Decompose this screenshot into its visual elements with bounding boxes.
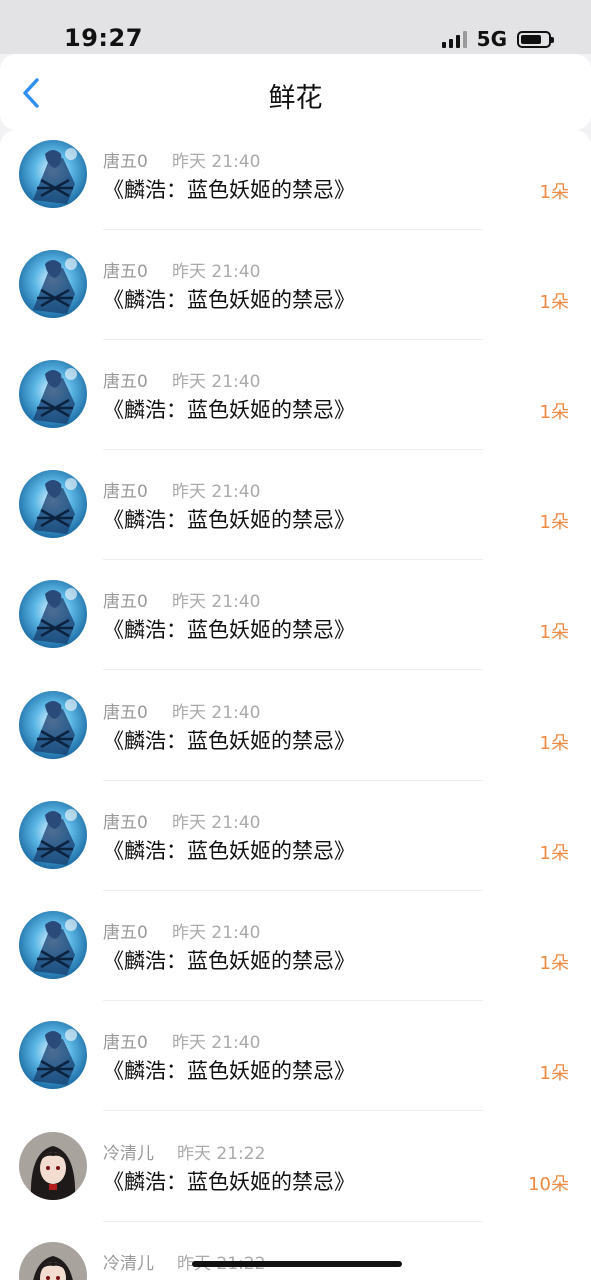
book-title[interactable]: 《麟浩：蓝色妖姬的禁忌》 — [103, 1055, 355, 1085]
timestamp: 昨天 21:22 — [177, 1144, 266, 1164]
username[interactable]: 冷清儿 — [103, 1249, 154, 1274]
username[interactable]: 冷清儿 — [103, 1139, 154, 1164]
username[interactable]: 唐五0 — [103, 1028, 148, 1053]
divider — [103, 669, 483, 670]
timestamp: 昨天 21:40 — [172, 703, 261, 723]
network-type: 5G — [476, 27, 507, 51]
avatar[interactable] — [19, 1242, 87, 1280]
divider — [103, 229, 483, 230]
list-item[interactable]: 唐五0 昨天 21:40 《麟浩：蓝色妖姬的禁忌》 1朵 — [0, 130, 591, 240]
timestamp: 昨天 21:40 — [172, 152, 261, 172]
divider — [103, 1110, 483, 1111]
username[interactable]: 唐五0 — [103, 808, 148, 833]
divider — [103, 339, 483, 340]
book-title[interactable]: 《麟浩：蓝色妖姬的禁忌》 — [103, 284, 355, 314]
flower-count: 1朵 — [539, 402, 569, 423]
flower-count: 1朵 — [539, 512, 569, 533]
book-title[interactable]: 《麟浩：蓝色妖姬的禁忌》 — [103, 174, 355, 204]
username[interactable]: 唐五0 — [103, 698, 148, 723]
avatar[interactable] — [19, 911, 87, 979]
book-title[interactable]: 《麟浩：蓝色妖姬的禁忌》 — [103, 835, 355, 865]
book-title[interactable]: 《麟浩：蓝色妖姬的禁忌》 — [103, 1166, 355, 1196]
avatar[interactable] — [19, 250, 87, 318]
avatar[interactable] — [19, 801, 87, 869]
list-item[interactable]: 唐五0 昨天 21:40 《麟浩：蓝色妖姬的禁忌》 1朵 — [0, 350, 591, 460]
battery-fill — [521, 34, 541, 44]
book-title[interactable]: 《麟浩：蓝色妖姬的禁忌》 — [103, 614, 355, 644]
flower-count: 1朵 — [539, 292, 569, 313]
flower-count: 1朵 — [539, 843, 569, 864]
divider — [103, 780, 483, 781]
page-title: 鲜花 — [268, 83, 323, 114]
flower-count: 1朵 — [539, 733, 569, 754]
timestamp: 昨天 21:40 — [172, 923, 261, 943]
list-item[interactable]: 冷清儿昨天 21:22 — [0, 1232, 591, 1280]
list-item[interactable]: 冷清儿 昨天 21:22 《麟浩：蓝色妖姬的禁忌》 10朵 — [0, 1122, 591, 1232]
divider — [103, 1221, 483, 1222]
book-title[interactable]: 《麟浩：蓝色妖姬的禁忌》 — [103, 394, 355, 424]
list-item[interactable]: 唐五0 昨天 21:40 《麟浩：蓝色妖姬的禁忌》 1朵 — [0, 570, 591, 680]
divider — [103, 890, 483, 891]
avatar[interactable] — [19, 140, 87, 208]
flower-count: 1朵 — [539, 953, 569, 974]
avatar[interactable] — [19, 1021, 87, 1089]
username[interactable]: 唐五0 — [103, 477, 148, 502]
username[interactable]: 唐五0 — [103, 918, 148, 943]
timestamp: 昨天 21:40 — [172, 1033, 261, 1053]
divider — [103, 1000, 483, 1001]
timestamp: 昨天 21:40 — [172, 482, 261, 502]
nav-bar: 鲜花 — [0, 54, 591, 130]
book-title[interactable]: 《麟浩：蓝色妖姬的禁忌》 — [103, 945, 355, 975]
timestamp: 昨天 21:40 — [172, 592, 261, 612]
avatar[interactable] — [19, 1132, 87, 1200]
signal-icon — [441, 30, 467, 48]
timestamp: 昨天 21:40 — [172, 372, 261, 392]
timestamp: 昨天 21:40 — [172, 262, 261, 282]
list-item[interactable]: 唐五0 昨天 21:40 《麟浩：蓝色妖姬的禁忌》 1朵 — [0, 240, 591, 350]
username[interactable]: 唐五0 — [103, 587, 148, 612]
avatar[interactable] — [19, 470, 87, 538]
username[interactable]: 唐五0 — [103, 147, 148, 172]
list-item[interactable]: 唐五0 昨天 21:40 《麟浩：蓝色妖姬的禁忌》 1朵 — [0, 901, 591, 1011]
username[interactable]: 唐五0 — [103, 257, 148, 282]
divider — [103, 559, 483, 560]
avatar[interactable] — [19, 580, 87, 648]
flower-count: 1朵 — [539, 1063, 569, 1084]
status-bar: 19:27 5G — [0, 0, 591, 54]
list-item[interactable]: 唐五0 昨天 21:40 《麟浩：蓝色妖姬的禁忌》 1朵 — [0, 791, 591, 901]
book-title[interactable]: 《麟浩：蓝色妖姬的禁忌》 — [103, 725, 355, 755]
list-item[interactable]: 唐五0 昨天 21:40 《麟浩：蓝色妖姬的禁忌》 1朵 — [0, 460, 591, 570]
flower-count: 10朵 — [528, 1174, 569, 1195]
avatar[interactable] — [19, 360, 87, 428]
battery-icon — [517, 30, 554, 48]
list-item[interactable]: 唐五0 昨天 21:40 《麟浩：蓝色妖姬的禁忌》 1朵 — [0, 681, 591, 791]
status-indicators: 5G — [441, 27, 554, 51]
timestamp: 昨天 21:40 — [172, 813, 261, 833]
flower-list[interactable]: 唐五0 昨天 21:40 《麟浩：蓝色妖姬的禁忌》 1朵 唐五0 昨天 21:40 《麟浩：… — [0, 130, 591, 1280]
flower-count: 1朵 — [539, 182, 569, 203]
avatar[interactable] — [19, 691, 87, 759]
status-time: 19:27 — [64, 24, 143, 52]
username[interactable]: 唐五0 — [103, 367, 148, 392]
book-title[interactable]: 《麟浩：蓝色妖姬的禁忌》 — [103, 504, 355, 534]
flower-count: 1朵 — [539, 622, 569, 643]
home-indicator[interactable] — [192, 1261, 402, 1267]
list-item[interactable]: 唐五0 昨天 21:40 《麟浩：蓝色妖姬的禁忌》 1朵 — [0, 1011, 591, 1121]
divider — [103, 449, 483, 450]
